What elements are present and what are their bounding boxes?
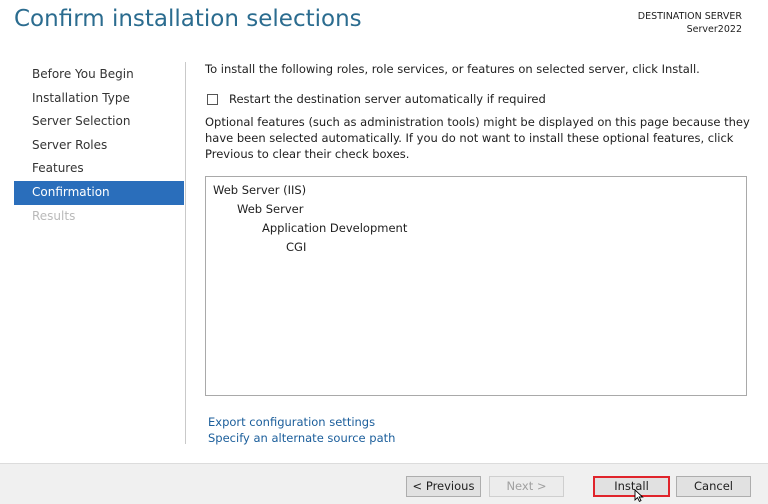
footer-bar: < Previous Next > Install Cancel	[0, 463, 768, 504]
nav-divider	[185, 62, 186, 444]
nav-item-features[interactable]: Features	[14, 157, 184, 181]
install-button[interactable]: Install	[593, 476, 670, 497]
list-item: CGI	[286, 240, 307, 254]
nav-item-before-you-begin[interactable]: Before You Begin	[14, 63, 184, 87]
nav-item-installation-type[interactable]: Installation Type	[14, 87, 184, 111]
destination-server-name: Server2022	[686, 24, 742, 35]
nav-item-confirmation[interactable]: Confirmation	[14, 180, 184, 205]
restart-checkbox[interactable]	[207, 93, 218, 105]
restart-option[interactable]: Restart the destination server automatic…	[207, 92, 546, 106]
list-item: Application Development	[262, 221, 408, 235]
nav-item-server-selection[interactable]: Server Selection	[14, 110, 184, 134]
next-button: Next >	[489, 476, 564, 497]
list-item: Web Server	[237, 202, 304, 216]
wizard-nav: Before You Begin Installation Type Serve…	[14, 63, 184, 228]
export-configuration-link[interactable]: Export configuration settings	[208, 414, 395, 430]
list-item: Web Server (IIS)	[213, 183, 307, 197]
nav-item-results: Results	[32, 208, 76, 223]
alternate-source-link[interactable]: Specify an alternate source path	[208, 430, 395, 446]
destination-server-info: DESTINATION SERVER Server2022	[638, 10, 742, 36]
optional-features-text: Optional features (such as administratio…	[205, 115, 750, 161]
cancel-button[interactable]: Cancel	[676, 476, 751, 497]
restart-label[interactable]: Restart the destination server automatic…	[229, 92, 546, 106]
page-title: Confirm installation selections	[14, 6, 362, 32]
nav-item-server-roles[interactable]: Server Roles	[14, 134, 184, 158]
destination-server-label: DESTINATION SERVER	[637, 11, 742, 22]
intro-text: To install the following roles, role ser…	[205, 62, 700, 76]
selections-list[interactable]: Web Server (IIS) Web Server Application …	[205, 176, 747, 396]
previous-button[interactable]: < Previous	[406, 476, 481, 497]
links-area: Export configuration settings Specify an…	[208, 414, 395, 446]
mouse-cursor-icon	[634, 489, 644, 502]
